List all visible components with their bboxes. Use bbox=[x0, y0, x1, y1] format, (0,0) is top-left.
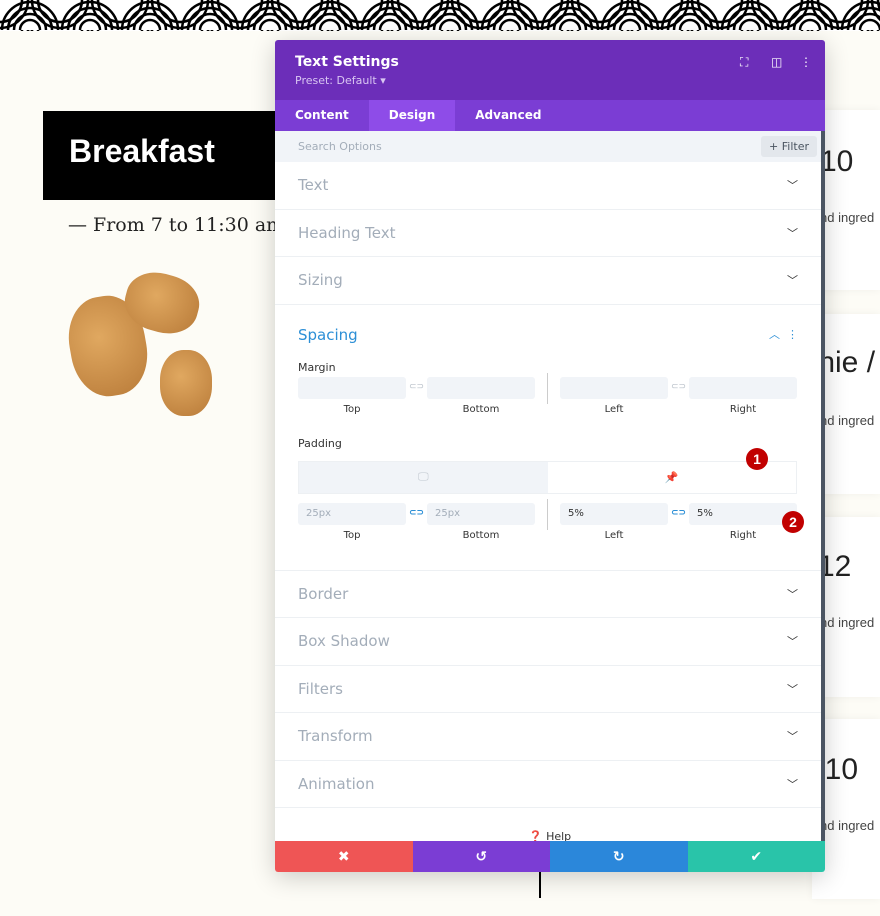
section-label: Box Shadow bbox=[298, 632, 390, 651]
undo-icon: ↺ bbox=[475, 848, 488, 865]
padding-bottom-input[interactable]: 25px bbox=[427, 502, 535, 525]
card-text: nd ingred bbox=[820, 413, 875, 428]
card-title: 10 bbox=[820, 145, 854, 178]
chevron-down-icon: ﹀ bbox=[787, 777, 798, 791]
split-view-icon[interactable]: ◫ bbox=[771, 55, 782, 69]
chevron-down-icon: ﹀ bbox=[787, 682, 798, 696]
action-bar: ✖ ↺ ↻ ✔ bbox=[275, 841, 825, 872]
section-label: Transform bbox=[298, 727, 373, 746]
chevron-up-icon[interactable]: ︿ bbox=[769, 328, 780, 341]
chevron-down-icon: ﹀ bbox=[787, 179, 798, 193]
step-badge-1: 1 bbox=[746, 447, 768, 470]
save-button[interactable]: ✔ bbox=[687, 841, 825, 872]
tab-content[interactable]: Content bbox=[275, 100, 369, 131]
search-options-input[interactable]: Search Options + Filter bbox=[275, 131, 825, 162]
undo-button[interactable]: ↺ bbox=[412, 841, 550, 872]
breakfast-heading: Breakfast bbox=[43, 111, 283, 200]
check-icon: ✔ bbox=[750, 848, 763, 865]
section-label: Sizing bbox=[298, 271, 343, 290]
margin-label: Margin bbox=[298, 360, 336, 374]
section-filters[interactable]: Filters ﹀ bbox=[275, 666, 821, 713]
chevron-down-icon: ﹀ bbox=[787, 274, 798, 288]
padding-right-input[interactable]: 5% bbox=[689, 502, 797, 525]
scale-pattern bbox=[0, 0, 880, 31]
tab-advanced[interactable]: Advanced bbox=[455, 100, 561, 131]
step-badge-2: 2 bbox=[782, 510, 804, 533]
section-label: Text bbox=[298, 176, 329, 195]
margin-bottom-input[interactable] bbox=[427, 376, 535, 399]
link-icon[interactable]: ⊂⊃ bbox=[409, 382, 424, 392]
top-label: Top bbox=[343, 403, 361, 415]
padding-label: Padding bbox=[298, 436, 342, 450]
redo-icon: ↻ bbox=[612, 848, 625, 865]
panel-header: Text Settings Preset: Default ▾ ⛶ ◫ ⋮ bbox=[275, 40, 825, 100]
padding-top-input[interactable]: 25px bbox=[298, 502, 406, 525]
card-text: nd ingred bbox=[820, 818, 875, 833]
more-options-icon[interactable]: ⋮ bbox=[800, 55, 812, 69]
redo-button[interactable]: ↻ bbox=[550, 841, 688, 872]
section-sizing[interactable]: Sizing ﹀ bbox=[275, 257, 821, 305]
search-placeholder: Search Options bbox=[298, 140, 382, 153]
bottom-label: Bottom bbox=[462, 403, 500, 415]
bottom-label: Bottom bbox=[462, 529, 500, 541]
margin-left-input[interactable] bbox=[560, 376, 668, 399]
section-label: Filters bbox=[298, 679, 343, 698]
margin-top-input[interactable] bbox=[298, 376, 406, 399]
desktop-icon[interactable]: 🖵 bbox=[299, 461, 548, 493]
preset-dropdown[interactable]: Preset: Default ▾ bbox=[295, 74, 805, 87]
cancel-button[interactable]: ✖ bbox=[275, 841, 413, 872]
section-animation[interactable]: Animation ﹀ bbox=[275, 761, 821, 808]
link-icon[interactable]: ⊂⊃ bbox=[671, 508, 686, 518]
section-border[interactable]: Border ﹀ bbox=[275, 571, 821, 618]
tab-design[interactable]: Design bbox=[368, 100, 456, 131]
margin-right-input[interactable] bbox=[689, 376, 797, 399]
section-text[interactable]: Text ﹀ bbox=[275, 162, 821, 210]
section-heading-text[interactable]: Heading Text ﹀ bbox=[275, 210, 821, 257]
section-label: Heading Text bbox=[298, 223, 396, 242]
text-settings-panel: Text Settings Preset: Default ▾ ⛶ ◫ ⋮ Co… bbox=[275, 40, 825, 872]
section-label: Border bbox=[298, 584, 349, 603]
chevron-down-icon: ﹀ bbox=[787, 730, 798, 744]
panel-tabs: Content Design Advanced bbox=[275, 100, 825, 131]
section-transform[interactable]: Transform ﹀ bbox=[275, 713, 821, 761]
left-label: Left bbox=[604, 403, 624, 415]
chevron-down-icon: ﹀ bbox=[787, 587, 798, 601]
text-cursor bbox=[539, 872, 541, 898]
section-spacing: Spacing ︿ ⋮ Margin ⊂⊃ ⊂⊃ Top Bottom Left … bbox=[275, 305, 821, 571]
right-label: Right bbox=[729, 403, 757, 415]
padding-left-input[interactable]: 5% bbox=[560, 502, 668, 525]
section-label: Animation bbox=[298, 774, 375, 793]
section-label[interactable]: Spacing bbox=[298, 326, 358, 344]
filter-button[interactable]: + Filter bbox=[761, 136, 817, 157]
card-text: nd ingred bbox=[820, 210, 875, 225]
card-text: nd ingred bbox=[820, 615, 875, 630]
close-icon: ✖ bbox=[337, 848, 350, 865]
fullscreen-icon[interactable]: ⛶ bbox=[740, 55, 748, 70]
section-box-shadow[interactable]: Box Shadow ﹀ bbox=[275, 618, 821, 666]
chevron-down-icon: ﹀ bbox=[787, 635, 798, 649]
top-label: Top bbox=[343, 529, 361, 541]
more-icon[interactable]: ⋮ bbox=[787, 328, 798, 341]
chevron-down-icon: ﹀ bbox=[787, 226, 798, 240]
panel-title: Text Settings bbox=[295, 54, 399, 70]
left-label: Left bbox=[604, 529, 624, 541]
link-icon[interactable]: ⊂⊃ bbox=[671, 382, 686, 392]
right-label: Right bbox=[729, 529, 757, 541]
hours-text: — From 7 to 11:30 am bbox=[68, 214, 285, 236]
scrollbar[interactable] bbox=[821, 131, 825, 844]
link-icon[interactable]: ⊂⊃ bbox=[409, 508, 424, 518]
device-tabs: 🖵 📌 bbox=[298, 460, 797, 494]
